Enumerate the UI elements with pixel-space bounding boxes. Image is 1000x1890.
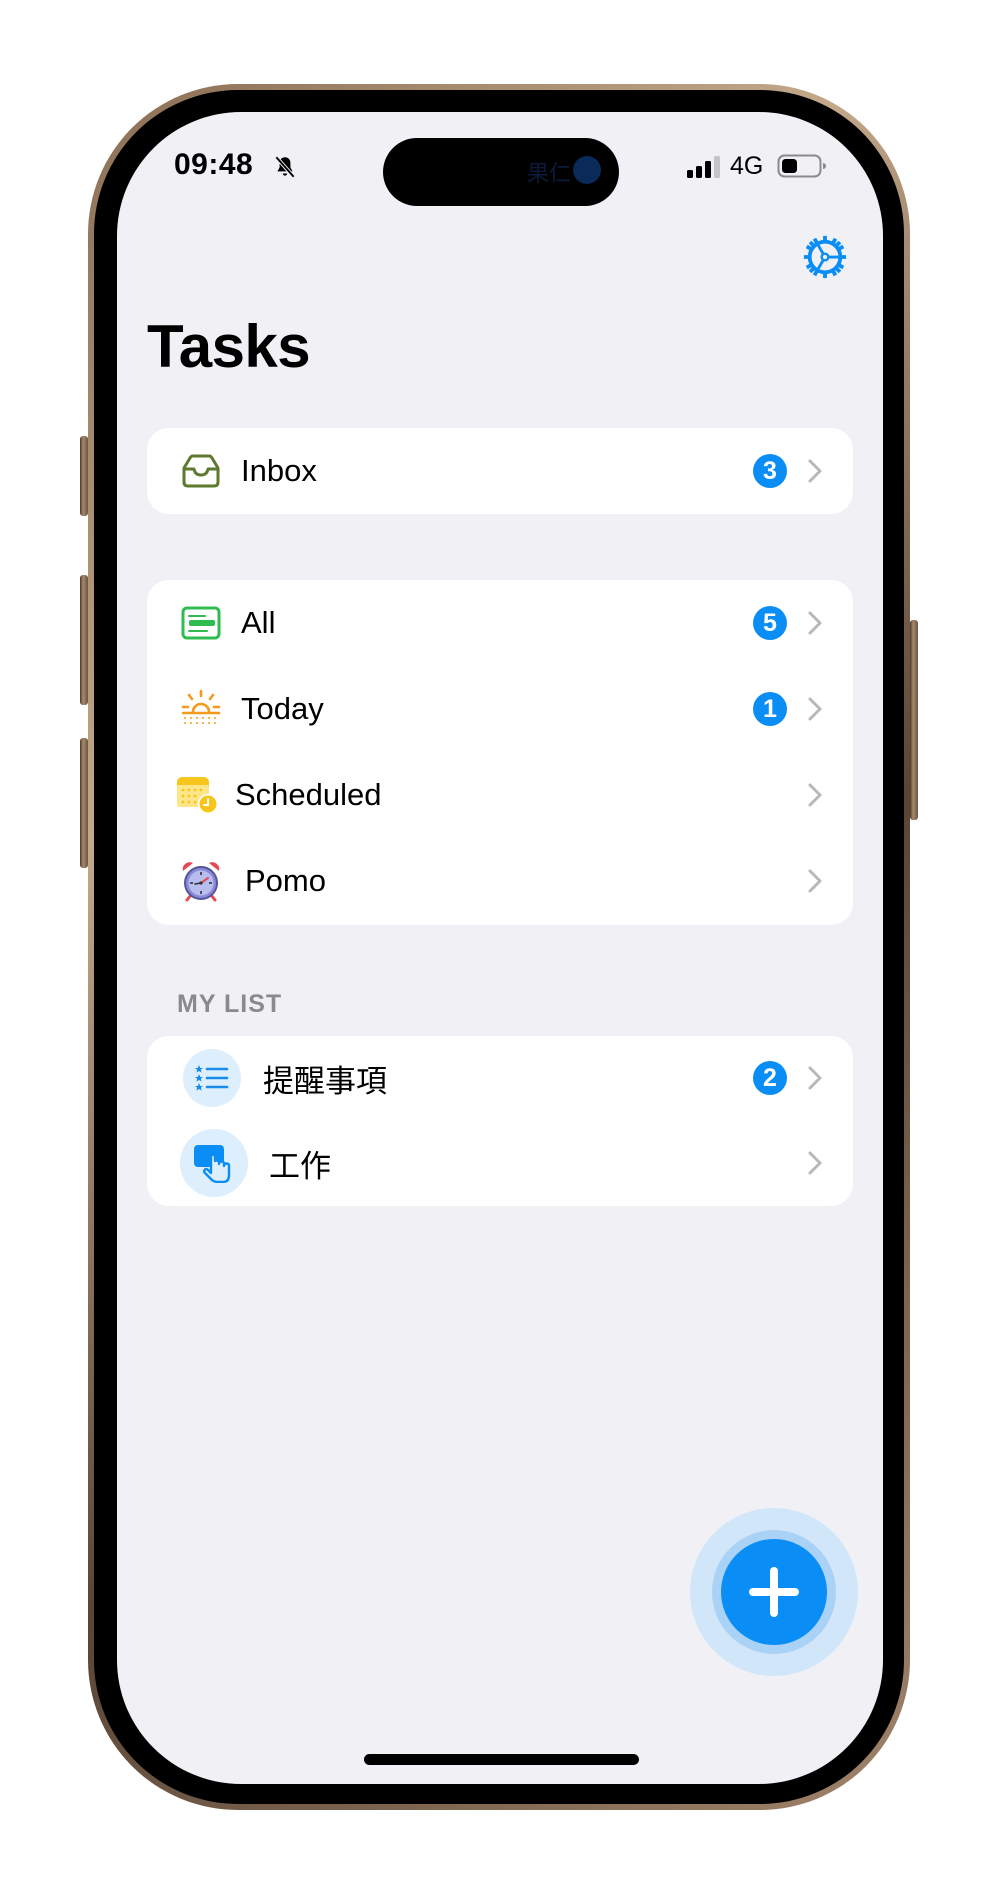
list-row-scheduled[interactable]: Scheduled (147, 752, 853, 838)
my-list-card: 提醒事項 2 工作 (147, 1036, 853, 1206)
count-badge: 1 (753, 692, 787, 726)
section-header-my-list: MY LIST (177, 990, 283, 1018)
volume-up-button (80, 575, 88, 705)
starred-list-icon (183, 1049, 241, 1107)
settings-gear-icon[interactable] (802, 234, 848, 280)
action-button (80, 436, 88, 516)
fab-halo (712, 1530, 836, 1654)
list-row-label: All (241, 605, 276, 640)
count-badge: 3 (753, 454, 787, 488)
chevron-right-icon (808, 1151, 822, 1175)
alarm-clock-icon (179, 859, 223, 903)
home-indicator[interactable] (364, 1754, 639, 1765)
count-badge: 5 (753, 606, 787, 640)
sunrise-icon (179, 687, 223, 731)
hand-tap-icon (180, 1129, 248, 1197)
power-button (910, 620, 918, 820)
smart-lists-card: All 5 Today 1 Scheduled Pomo (147, 580, 853, 925)
list-row-label: 工作 (269, 1148, 331, 1184)
list-row-label: Inbox (241, 453, 317, 488)
list-row-pomo[interactable]: Pomo (147, 838, 853, 924)
calendar-clock-icon (175, 773, 219, 817)
list-row-reminders[interactable]: 提醒事項 2 (147, 1036, 853, 1120)
cellular-signal-icon (687, 156, 720, 178)
chevron-right-icon (808, 783, 822, 807)
list-row-work[interactable]: 工作 (147, 1120, 853, 1206)
status-time: 09:48 (174, 148, 254, 181)
list-row-label: 提醒事項 (263, 1063, 387, 1099)
network-type: 4G (730, 152, 764, 180)
list-row-all[interactable]: All 5 (147, 580, 853, 666)
volume-down-button (80, 738, 88, 868)
chevron-right-icon (808, 697, 822, 721)
list-card-icon (179, 601, 223, 645)
page-title: Tasks (147, 313, 311, 380)
count-badge: 2 (753, 1061, 787, 1095)
list-row-inbox[interactable]: Inbox 3 (147, 428, 853, 514)
chevron-right-icon (808, 611, 822, 635)
island-avatar-icon (573, 156, 601, 184)
island-activity-text: 果仁 (526, 161, 571, 186)
list-row-today[interactable]: Today 1 (147, 666, 853, 752)
plus-icon (749, 1567, 799, 1617)
dynamic-island: 果仁 (383, 138, 619, 206)
list-row-label: Pomo (245, 863, 326, 898)
chevron-right-icon (808, 869, 822, 893)
tray-icon (179, 449, 223, 493)
inbox-card: Inbox 3 (147, 428, 853, 514)
add-task-button[interactable] (690, 1508, 858, 1676)
fab-core (721, 1539, 827, 1645)
screen: 09:48 果仁 4G Tasks Inbox 3 All 5 Today 1 … (117, 112, 883, 1784)
battery-icon (777, 154, 826, 178)
list-row-label: Scheduled (235, 777, 382, 812)
chevron-right-icon (808, 1066, 822, 1090)
chevron-right-icon (808, 459, 822, 483)
list-row-label: Today (241, 691, 324, 726)
bell-slash-icon (274, 155, 296, 179)
